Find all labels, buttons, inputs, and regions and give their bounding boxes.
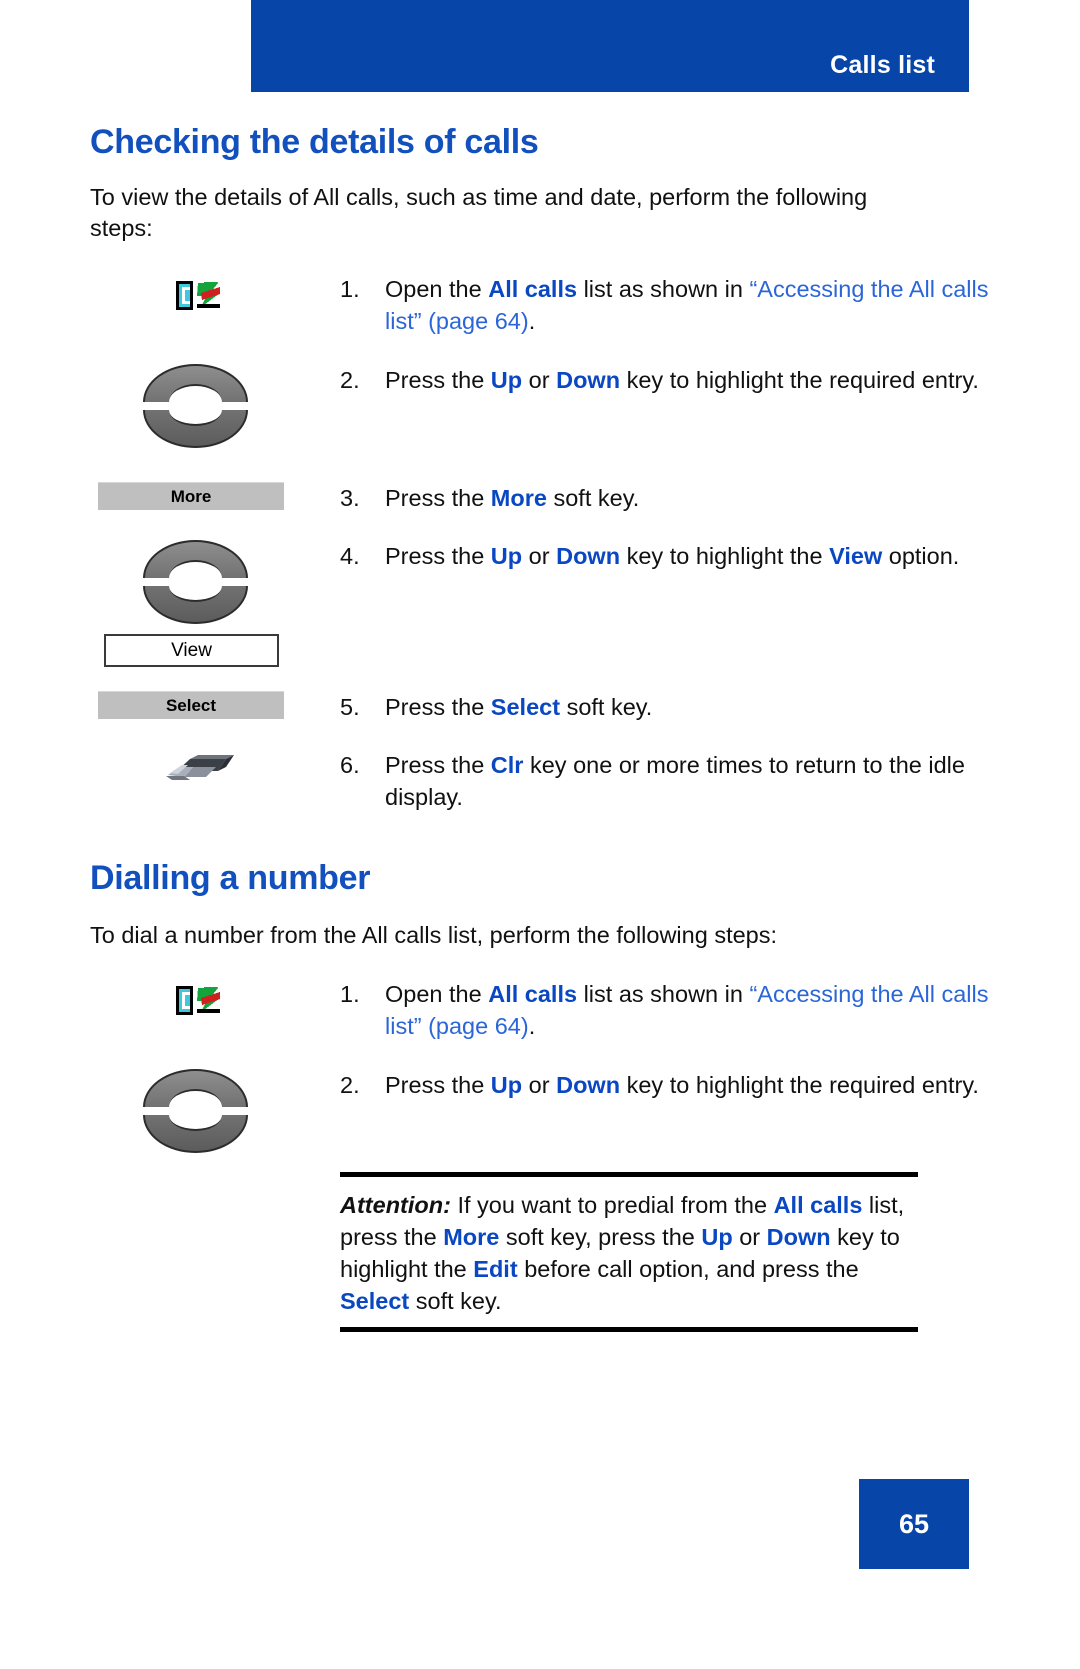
- nav-up-arc-icon[interactable]: [143, 364, 248, 402]
- navigation-updown-key[interactable]: [143, 1069, 248, 1153]
- step-row: 2. Press the Up or Down key to highlight…: [90, 1069, 990, 1153]
- softkey-select-button[interactable]: Select: [98, 691, 284, 719]
- nav-down-arc-icon[interactable]: [143, 586, 248, 624]
- clr-key-icon[interactable]: [160, 749, 236, 785]
- navigation-updown-key[interactable]: [143, 364, 248, 448]
- section-heading-checking-details: Checking the details of calls: [90, 123, 539, 161]
- step-instruction: Press the Up or Down key to highlight th…: [385, 543, 960, 569]
- nav-down-arc-icon[interactable]: [143, 410, 248, 448]
- step-graphic: [90, 273, 340, 315]
- step-instruction: Press the Clr key one or more times to r…: [385, 752, 965, 810]
- step-number: 5.: [340, 694, 360, 720]
- step-instruction: Open the All calls list as shown in “Acc…: [385, 981, 989, 1039]
- step-instruction: Press the Up or Down key to highlight th…: [385, 367, 979, 393]
- step-text: 6. Press the Clr key one or more times t…: [340, 749, 990, 813]
- step-text: 1. Open the All calls list as shown in “…: [340, 978, 990, 1042]
- step-text: 4. Press the Up or Down key to highlight…: [340, 540, 990, 572]
- attention-text: Attention: If you want to predial from t…: [340, 1177, 918, 1327]
- step-graphic: [90, 978, 340, 1020]
- step-instruction: Press the More soft key.: [385, 485, 640, 511]
- step-graphic: [90, 1069, 340, 1153]
- header-title: Calls list: [830, 51, 935, 79]
- step-number: 1.: [340, 981, 360, 1007]
- step-row: 1. Open the All calls list as shown in “…: [90, 273, 990, 337]
- softkey-more-button[interactable]: More: [98, 482, 284, 510]
- step-graphic: [90, 749, 340, 785]
- step-text: 2. Press the Up or Down key to highlight…: [340, 364, 990, 396]
- step-text: 1. Open the All calls list as shown in “…: [340, 273, 990, 337]
- step-number: 6.: [340, 752, 360, 778]
- header-banner: Calls list: [251, 0, 969, 92]
- step-instruction: Press the Select soft key.: [385, 694, 653, 720]
- step-text: 5. Press the Select soft key.: [340, 691, 990, 723]
- section-intro-checking-details: To view the details of All calls, such a…: [90, 184, 868, 241]
- step-instruction: Open the All calls list as shown in “Acc…: [385, 276, 989, 334]
- footer-banner: 65: [859, 1479, 969, 1569]
- step-number: 2.: [340, 367, 360, 393]
- step-number: 1.: [340, 276, 360, 302]
- navigation-updown-key[interactable]: [143, 540, 248, 624]
- step-graphic: More: [90, 482, 340, 510]
- attention-rule-bottom: [340, 1327, 918, 1332]
- step-row: 6. Press the Clr key one or more times t…: [90, 749, 990, 813]
- menu-option-view-box[interactable]: View: [104, 634, 279, 667]
- step-number: 3.: [340, 485, 360, 511]
- step-text: 3. Press the More soft key.: [340, 482, 990, 514]
- step-number: 2.: [340, 1072, 360, 1098]
- section-intro-dialling-a-number: To dial a number from the All calls list…: [90, 922, 778, 948]
- step-graphic: View: [90, 540, 340, 667]
- page-number: 65: [898, 1508, 930, 1539]
- nav-up-arc-icon[interactable]: [143, 1069, 248, 1107]
- step-instruction: Press the Up or Down key to highlight th…: [385, 1072, 979, 1098]
- section-heading-dialling-a-number: Dialling a number: [90, 859, 371, 897]
- phone-calls-list-icon: [174, 982, 222, 1020]
- step-row: Select 5. Press the Select soft key.: [90, 691, 990, 723]
- nav-down-arc-icon[interactable]: [143, 1115, 248, 1153]
- step-row: View 4. Press the Up or Down key to high…: [90, 540, 990, 667]
- step-number: 4.: [340, 543, 360, 569]
- attention-note: Attention: If you want to predial from t…: [340, 1172, 918, 1332]
- step-row: 2. Press the Up or Down key to highlight…: [90, 364, 990, 448]
- step-row: 1. Open the All calls list as shown in “…: [90, 978, 990, 1042]
- step-graphic: [90, 364, 340, 448]
- step-graphic: Select: [90, 691, 340, 719]
- nav-up-arc-icon[interactable]: [143, 540, 248, 578]
- attention-label: Attention:: [340, 1192, 451, 1218]
- step-text: 2. Press the Up or Down key to highlight…: [340, 1069, 990, 1101]
- phone-calls-list-icon: [174, 277, 222, 315]
- step-row: More 3. Press the More soft key.: [90, 482, 990, 514]
